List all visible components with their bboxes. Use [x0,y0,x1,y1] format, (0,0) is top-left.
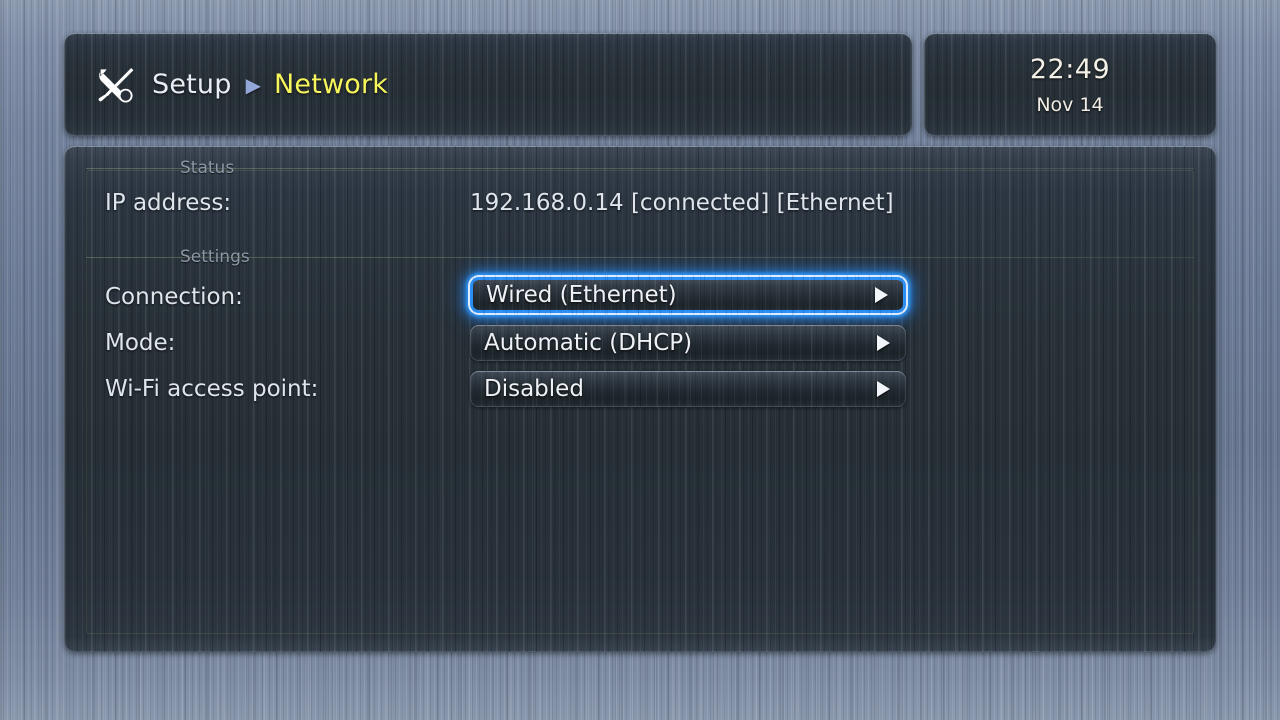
clock: 22:49 Nov 14 [924,33,1216,136]
tools-icon [98,67,134,103]
clock-panel: 22:49 Nov 14 [924,33,1216,136]
section-divider [86,168,1194,169]
tv-settings-screen: Setup ▶ Network 22:49 Nov 14 Status IP a… [0,0,1280,720]
breadcrumb: Setup ▶ Network [64,33,912,136]
breadcrumb-root[interactable]: Setup [152,69,232,100]
row-value-ip-address: 192.168.0.14 [connected] [Ethernet] [470,190,894,216]
section-label-settings: Settings [166,241,264,273]
clock-time: 22:49 [1029,53,1111,85]
section-label-status: Status [165,152,249,184]
row-ip-address: IP address: 192.168.0.14 [connected] [Et… [64,183,1216,223]
settings-list: Status IP address: 192.168.0.14 [connect… [64,146,1216,652]
chevron-right-icon [877,381,890,397]
row-label-ip-address: IP address: [105,190,232,216]
chevron-right-icon [877,335,890,351]
dropdown-value-mode: Automatic (DHCP) [484,330,693,356]
row-label-mode: Mode: [105,330,176,356]
clock-date: Nov 14 [1036,93,1104,116]
breadcrumb-current: Network [273,69,389,100]
row-label-connection: Connection: [105,284,243,310]
dropdown-value-wifi-access-point: Disabled [484,376,584,402]
content-panel: Status IP address: 192.168.0.14 [connect… [64,146,1216,652]
dropdown-wifi-access-point[interactable]: Disabled [470,371,906,407]
chevron-right-icon [875,287,888,303]
header-bar: Setup ▶ Network [64,33,912,136]
row-label-wifi-access-point: Wi-Fi access point: [105,376,319,402]
dropdown-value-connection: Wired (Ethernet) [486,282,677,308]
chevron-right-icon: ▶ [245,72,261,97]
section-header-status: Status [64,152,1216,184]
dropdown-connection[interactable]: Wired (Ethernet) [468,275,908,315]
dropdown-mode[interactable]: Automatic (DHCP) [470,325,906,361]
section-header-settings: Settings [64,241,1216,273]
